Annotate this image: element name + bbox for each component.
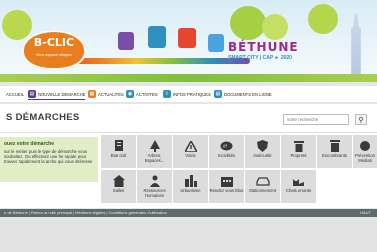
news-icon: ▦	[88, 90, 96, 98]
nav-label: DOCUMENTS EN LIGNE	[224, 91, 272, 97]
tile-label: Encombrants	[322, 153, 347, 158]
tile-label: Chats errants	[285, 188, 312, 193]
nav-item-online-documents[interactable]: ▤ DOCUMENTS EN LIGNE	[214, 89, 272, 99]
tile-salles[interactable]: Salles	[101, 170, 136, 203]
tile-label: Arbres, Espaces...	[144, 153, 165, 163]
tile-label: Insécurité	[253, 153, 272, 158]
bin-icon	[328, 140, 342, 152]
intro-heading: ouez votre démarche	[4, 141, 55, 147]
activity-icon: ◉	[126, 90, 134, 98]
search-input[interactable]	[283, 114, 349, 125]
tile-label: Incivilités	[218, 153, 235, 158]
documents-icon: ▤	[214, 90, 222, 98]
brand-city: BÉTHUNE	[228, 40, 299, 54]
warning-icon	[184, 140, 198, 152]
tile-label: Stationnement	[248, 188, 276, 193]
back-to-top-link[interactable]: HAUT	[360, 210, 371, 215]
svg-text:#!: #!	[223, 144, 227, 150]
search-button[interactable]: ⚲	[355, 114, 367, 125]
nav-label: ACTIVITÉS	[136, 91, 158, 97]
main-content: S DÉMARCHES ⚲ ouez votre démarche sur le…	[0, 104, 377, 208]
tile-label: Ressources Humaines	[143, 188, 166, 198]
tile-voirie[interactable]: Voirie	[173, 135, 208, 168]
tile-prevention[interactable]: Prévention Médiati	[353, 135, 377, 168]
speech-icon: #!	[220, 140, 234, 152]
logo-title: B-CLIC	[33, 36, 75, 49]
nav-item-home[interactable]: ACCUEIL	[6, 89, 24, 99]
tree-decoration	[308, 4, 338, 34]
belfry-tower-icon	[351, 14, 361, 80]
site-footer: e de Béthune | Retour au site principal …	[0, 209, 377, 217]
character-figure	[118, 32, 134, 50]
tile-insecurite[interactable]: Insécurité	[245, 135, 280, 168]
intro-text: sur le métier puis le type de démarche v…	[4, 149, 93, 164]
tile-incivilites[interactable]: #! Incivilités	[209, 135, 244, 168]
character-figure	[148, 26, 166, 48]
tile-chats-errants[interactable]: Chats errants	[281, 170, 316, 203]
civil-status-icon	[112, 140, 126, 152]
prevention-icon	[358, 140, 372, 152]
site-header: B-CLIC Mon espace citoyen BÉTHUNE SMART …	[0, 0, 377, 82]
tile-label: Salles	[112, 188, 125, 193]
tile-stationnement[interactable]: Stationnement	[245, 170, 280, 203]
nav-label: ACTUALITÉS	[98, 91, 124, 97]
nav-label: NOUVELLE DÉMARCHE	[38, 91, 86, 97]
nav-label: ACCUEIL	[6, 91, 25, 97]
nav-item-new-request[interactable]: ▤ NOUVELLE DÉMARCHE	[28, 89, 86, 100]
shield-icon	[256, 140, 270, 152]
nav-label: INFOS PRATIQUES	[173, 91, 211, 97]
page-background	[0, 217, 377, 252]
character-figure	[178, 28, 196, 48]
footer-links[interactable]: e de Béthune | Retour au site principal …	[4, 210, 167, 215]
tree-icon	[148, 140, 162, 152]
tile-arbres[interactable]: Arbres, Espaces...	[137, 135, 172, 168]
brand-tagline: SMART CITY | CAP ► 2020	[228, 55, 292, 61]
info-icon: i	[163, 90, 171, 98]
urban-icon	[184, 175, 198, 187]
tile-encombrants[interactable]: Encombrants	[317, 135, 352, 168]
tree-decoration	[230, 6, 266, 40]
main-nav: ACCUEIL ▤ NOUVELLE DÉMARCHE ▦ ACTUALITÉS…	[0, 86, 377, 102]
nav-item-news[interactable]: ▦ ACTUALITÉS	[88, 89, 124, 99]
tile-urbanisme[interactable]: Urbanisme	[173, 170, 208, 203]
grass-decoration	[0, 74, 377, 82]
car-icon	[255, 175, 270, 187]
nav-item-practical-info[interactable]: i INFOS PRATIQUES	[163, 89, 211, 99]
tile-label: Rendez vous Elus	[209, 188, 244, 193]
bclic-logo[interactable]: B-CLIC Mon espace citoyen	[22, 30, 86, 70]
tile-etat-civil[interactable]: Etat civil	[101, 135, 136, 168]
people-icon	[148, 175, 162, 187]
character-figure	[208, 34, 224, 52]
tile-proprete[interactable]: Propreté	[281, 135, 316, 168]
brand-block: BÉTHUNE SMART CITY | CAP ► 2020	[228, 40, 328, 61]
nav-item-activities[interactable]: ◉ ACTIVITÉS	[126, 89, 158, 99]
building-icon	[112, 175, 126, 187]
meeting-icon	[220, 175, 234, 187]
tile-label: Propreté	[290, 153, 307, 158]
trash-icon	[292, 140, 306, 152]
search-icon: ⚲	[358, 116, 364, 124]
tile-ressources-humaines[interactable]: Ressources Humaines	[137, 170, 172, 203]
tile-label: Voirie	[185, 153, 196, 158]
divider	[0, 132, 377, 133]
rainbow-decoration	[60, 58, 250, 64]
page-title: S DÉMARCHES	[6, 112, 80, 123]
intro-panel: ouez votre démarche sur le métier puis l…	[0, 137, 98, 182]
document-icon: ▤	[28, 90, 36, 98]
tree-decoration	[262, 14, 288, 40]
logo-subtitle: Mon espace citoyen	[36, 52, 72, 57]
tile-rendez-vous-elus[interactable]: Rendez vous Elus	[209, 170, 244, 203]
tile-label: Etat civil	[110, 153, 127, 158]
tile-label: Prévention Médiati	[354, 153, 376, 163]
cat-icon	[292, 175, 306, 187]
tile-label: Urbanisme	[180, 188, 201, 193]
